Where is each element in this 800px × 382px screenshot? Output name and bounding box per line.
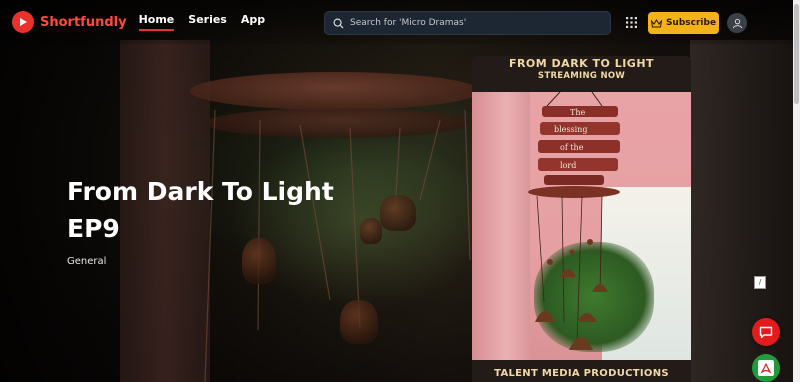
poster-board-word: lord xyxy=(560,161,576,170)
hero-bell xyxy=(340,300,378,344)
main-nav: Home Series App xyxy=(138,13,280,31)
pdf-button[interactable] xyxy=(752,354,780,382)
user-icon xyxy=(732,18,742,28)
account-button[interactable] xyxy=(727,13,747,33)
poster-board-word: The xyxy=(570,108,585,117)
poster-photo: The blessing of the lord xyxy=(472,92,691,360)
play-logo-icon xyxy=(12,11,34,33)
poster-subline: STREAMING NOW xyxy=(537,71,626,81)
genre-label: General xyxy=(67,256,107,267)
episode-poster[interactable]: FROM DARK TO LIGHT STREAMING NOW The ble… xyxy=(472,56,691,382)
episode-title: From Dark To Light EP9 xyxy=(67,173,367,247)
brand-name: Shortfundly xyxy=(40,14,127,30)
subscribe-label: Subscribe xyxy=(665,18,717,28)
brand-logo[interactable]: Shortfundly xyxy=(12,11,127,33)
floating-tag[interactable]: / xyxy=(754,276,766,289)
poster-header: FROM DARK TO LIGHT STREAMING NOW xyxy=(472,56,691,92)
poster-wind-chime: The blessing of the lord xyxy=(528,92,620,350)
top-navbar: Shortfundly Home Series App Subscribe xyxy=(0,0,793,44)
search-bar[interactable] xyxy=(324,11,611,35)
poster-board-word: blessing xyxy=(554,125,587,134)
pdf-icon xyxy=(758,360,774,376)
chat-icon xyxy=(759,326,773,338)
nav-series[interactable]: Series xyxy=(188,13,227,31)
search-icon xyxy=(333,18,344,29)
nav-home[interactable]: Home xyxy=(138,13,175,31)
poster-credit: TALENT MEDIA PRODUCTIONS xyxy=(494,368,669,379)
chat-button[interactable] xyxy=(752,318,780,346)
hero-bell xyxy=(380,195,416,231)
search-input[interactable] xyxy=(350,18,590,28)
scrollbar-thumb[interactable] xyxy=(794,4,799,104)
page-scrollbar[interactable] xyxy=(793,0,800,382)
crown-icon xyxy=(650,18,662,27)
nav-app[interactable]: App xyxy=(241,13,265,31)
poster-headline: FROM DARK TO LIGHT xyxy=(508,57,655,70)
episode-title-line2: EP9 xyxy=(67,214,120,243)
poster-footer: TALENT MEDIA PRODUCTIONS xyxy=(472,360,691,382)
subscribe-button[interactable]: Subscribe xyxy=(648,12,719,34)
poster-board-word: of the xyxy=(560,143,584,152)
episode-title-line1: From Dark To Light xyxy=(67,177,334,206)
grid-icon[interactable] xyxy=(626,17,637,28)
